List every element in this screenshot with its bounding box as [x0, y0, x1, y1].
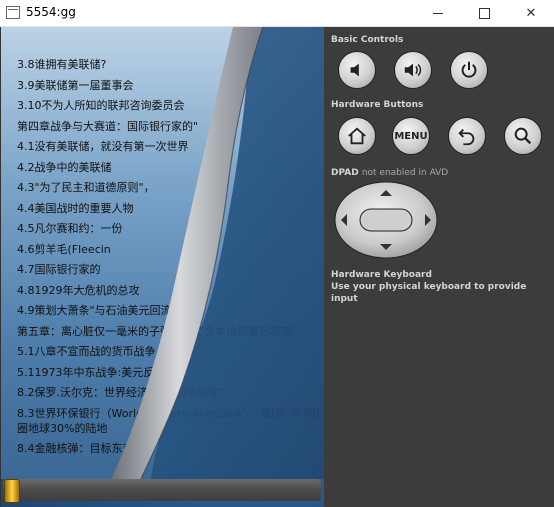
- close-icon: ✕: [525, 5, 537, 20]
- chapter-list-item[interactable]: 4.1没有美联储，就没有第一次世界: [17, 139, 321, 154]
- volume-up-button[interactable]: [394, 51, 432, 89]
- chapter-list-item[interactable]: 3.9美联储第一届董事会: [17, 78, 321, 93]
- chapter-list-item[interactable]: 4.2战争中的美联储: [17, 160, 321, 175]
- dpad-disabled-note: not enabled in AVD: [361, 168, 449, 178]
- basic-controls-label: Basic Controls: [331, 35, 404, 45]
- chapter-list-item[interactable]: 4.4美国战时的重要人物: [17, 201, 321, 216]
- chapter-list-item[interactable]: 4.6剪羊毛(Fleecin: [17, 242, 321, 257]
- power-icon: [461, 61, 477, 78]
- page-scrollbar[interactable]: [3, 479, 321, 501]
- scrollbar-thumb[interactable]: [4, 479, 20, 503]
- volume-down-button[interactable]: [338, 51, 376, 89]
- chapter-list-item[interactable]: 4.7国际银行家的: [17, 262, 321, 277]
- dpad[interactable]: [334, 181, 438, 259]
- keyboard-title: Hardware Keyboard: [331, 270, 432, 280]
- chapter-list-item[interactable]: 第五章：离心脏仅一毫米的子弹打碎了金本位的最后希望: [17, 324, 321, 339]
- back-icon: [458, 128, 475, 146]
- chapter-list-item[interactable]: 4.3"为了民主和道德原则"，: [17, 180, 321, 195]
- keyboard-info: Hardware Keyboard Use your physical keyb…: [331, 269, 554, 305]
- menu-button-label: MENU: [394, 130, 428, 142]
- chapter-list-item[interactable]: 5.11973年中东战争:美元反击战: [17, 365, 321, 380]
- chapter-list-item[interactable]: 3.10不为人所知的联邦咨询委员会: [17, 98, 321, 113]
- maximize-icon: [478, 7, 490, 19]
- chapter-list-item[interactable]: 4.9策划大萧条"与石油美元回流: [17, 303, 321, 318]
- chapter-list-item[interactable]: 4.5凡尔赛和约：一份: [17, 221, 321, 236]
- emulator-screen[interactable]: 3.8谁拥有美联储? 3.9美联储第一届董事会 3.10不为人所知的联邦咨询委员会第…: [0, 27, 324, 507]
- chapter-list-item[interactable]: 3.8谁拥有美联储?: [17, 57, 321, 72]
- chapter-list-item[interactable]: 8.3世界环保银行（WorldConservationBank）：要[奇·书·网…: [17, 406, 321, 436]
- back-button[interactable]: [448, 117, 486, 155]
- volume-down-icon: [350, 63, 359, 77]
- dpad-label-text: DPAD: [331, 168, 359, 178]
- emulator-controls-panel: Basic Controls Hardware Buttons MENU DPA…: [324, 27, 554, 507]
- keyboard-hint: Use your physical keyboard to provide in…: [331, 282, 527, 304]
- book-page[interactable]: 3.8谁拥有美联储? 3.9美联储第一届董事会 3.10不为人所知的联邦咨询委员会第…: [1, 27, 324, 479]
- search-icon: [514, 127, 532, 145]
- home-button[interactable]: [338, 117, 376, 155]
- volume-up-icon: [404, 63, 422, 77]
- chapter-list-item[interactable]: 8.4金融核弹：目标东京: [17, 441, 321, 456]
- chapter-list-item[interactable]: 4.81929年大危机的总攻: [17, 283, 321, 298]
- chapter-list: 3.8谁拥有美联储? 3.9美联储第一届董事会 3.10不为人所知的联邦咨询委员会第…: [17, 57, 321, 462]
- window-title: 5554:gg: [26, 5, 76, 19]
- power-button[interactable]: [450, 51, 488, 89]
- minimize-button[interactable]: [415, 0, 461, 26]
- chapter-list-item[interactable]: 第四章战争与大赛道：国际银行家的": [17, 119, 321, 134]
- close-button[interactable]: ✕: [508, 0, 554, 26]
- minimize-icon: [433, 12, 443, 14]
- app-window-icon: [6, 6, 20, 19]
- dpad-label: DPAD not enabled in AVD: [331, 168, 448, 178]
- hardware-buttons-label: Hardware Buttons: [331, 100, 424, 110]
- chapter-list-item[interactable]: 5.1八章不宣而战的货币战争: [17, 344, 321, 359]
- menu-button[interactable]: MENU: [392, 117, 430, 155]
- window-titlebar: 5554:gg ✕: [0, 0, 554, 27]
- maximize-button[interactable]: [461, 0, 507, 26]
- chapter-list-item[interactable]: 8.2保罗.沃尔克：世界经济"有控制地解体": [17, 385, 321, 400]
- home-icon: [348, 127, 366, 145]
- search-button[interactable]: [504, 117, 542, 155]
